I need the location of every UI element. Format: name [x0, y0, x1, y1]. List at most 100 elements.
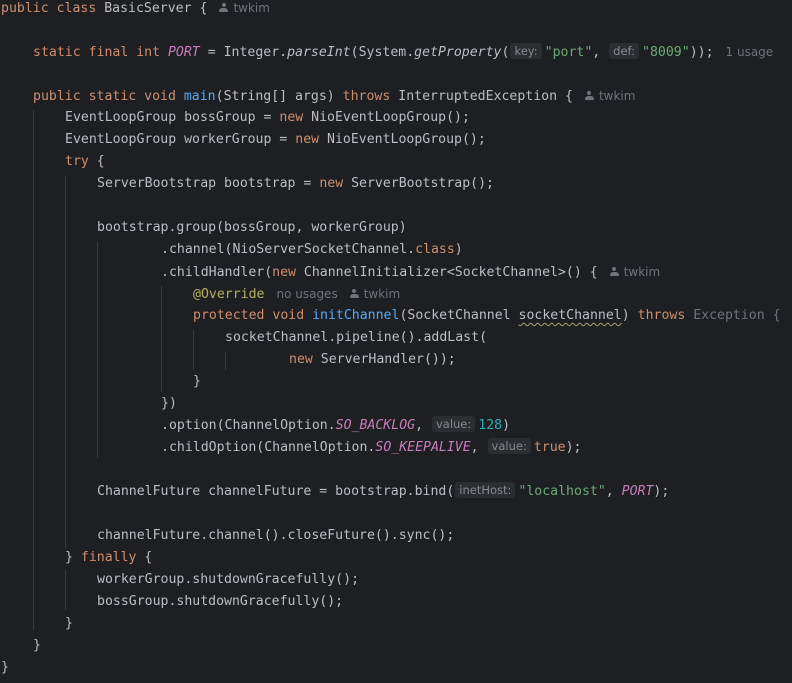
- keyword: new: [279, 110, 304, 125]
- string-literal: "8009": [642, 45, 690, 60]
- code-text: }: [33, 638, 41, 653]
- string-literal: "port": [544, 45, 593, 60]
- author-name: twkim: [363, 287, 401, 301]
- code-text: workerGroup.shutdownGracefully();: [97, 572, 360, 587]
- parameter-name: socketChannel: [518, 308, 622, 323]
- code-text: }: [193, 374, 201, 389]
- param-hint-key: key:: [510, 43, 542, 59]
- code-line[interactable]: } finally {: [65, 547, 152, 569]
- user-icon: [609, 267, 619, 277]
- code-line[interactable]: .childHandler(new ChannelInitializer<Soc…: [161, 261, 660, 283]
- number-literal: 128: [478, 418, 503, 433]
- code-text: EventLoopGroup workerGroup =: [65, 132, 296, 147]
- code-text: {: [136, 550, 153, 565]
- code-line[interactable]: EventLoopGroup bossGroup = new NioEventL…: [65, 107, 470, 129]
- author-hint[interactable]: twkim: [584, 85, 636, 107]
- code-line[interactable]: ServerBootstrap bootstrap = new ServerBo…: [97, 173, 494, 195]
- code-text: .childOption(ChannelOption.: [161, 440, 376, 455]
- code-text: bootstrap.group(bossGroup, workerGroup): [97, 220, 407, 235]
- code-text: (SocketChannel: [399, 308, 519, 323]
- code-text: channelFuture.channel().closeFuture().sy…: [97, 528, 455, 543]
- author-name: twkim: [598, 89, 636, 103]
- code-text: );: [653, 484, 670, 499]
- keyword: new: [272, 265, 296, 280]
- usages-hint[interactable]: no usages: [276, 283, 337, 305]
- indent-guide: [225, 352, 226, 370]
- code-text: (String[] args): [215, 89, 343, 104]
- code-line[interactable]: public class BasicServer {twkim: [1, 0, 270, 19]
- usages-hint[interactable]: 1 usage: [726, 41, 774, 63]
- code-text: .option(ChannelOption.: [161, 418, 336, 433]
- indent-guide: [161, 286, 162, 392]
- keyword: new: [319, 176, 344, 191]
- keyword: class: [415, 242, 455, 257]
- author-name: twkim: [233, 1, 270, 15]
- user-icon: [584, 91, 594, 101]
- code-line[interactable]: protected void initChannel(SocketChannel…: [193, 305, 781, 327]
- param-hint-value: value:: [431, 416, 476, 432]
- keyword: true: [533, 440, 566, 455]
- keyword: protected void: [193, 308, 313, 323]
- code-text: }: [65, 616, 73, 631]
- code-editor[interactable]: public class BasicServer {twkim static f…: [0, 0, 792, 683]
- code-text: ServerBootstrap bootstrap =: [97, 176, 320, 191]
- code-line[interactable]: new ServerHandler());: [289, 349, 456, 371]
- code-line[interactable]: @Override no usages twkim: [193, 283, 400, 305]
- code-line[interactable]: workerGroup.shutdownGracefully();: [97, 569, 359, 591]
- author-name: twkim: [623, 265, 661, 279]
- code-text: }): [161, 396, 177, 411]
- code-line[interactable]: }: [33, 635, 41, 657]
- code-line[interactable]: static final int PORT = Integer.parseInt…: [33, 41, 773, 63]
- code-text: ,: [592, 45, 609, 60]
- annotation: @Override: [193, 287, 265, 302]
- code-text: bossGroup.shutdownGracefully();: [97, 594, 344, 609]
- code-line[interactable]: EventLoopGroup workerGroup = new NioEven…: [65, 129, 486, 151]
- author-hint[interactable]: twkim: [219, 0, 270, 19]
- code-text: ));: [689, 45, 714, 60]
- method-call: getProperty: [414, 45, 502, 60]
- code-line[interactable]: ChannelFuture channelFuture = bootstrap.…: [97, 481, 669, 503]
- code-line[interactable]: channelFuture.channel().closeFuture().sy…: [97, 525, 454, 547]
- keyword: throws: [637, 308, 686, 323]
- code-line[interactable]: bossGroup.shutdownGracefully();: [97, 591, 343, 613]
- param-hint-inethost: inetHost:: [455, 482, 516, 498]
- code-line[interactable]: public static void main(String[] args) t…: [33, 85, 635, 107]
- constant-name: PORT: [621, 484, 654, 499]
- code-text: ChannelInitializer<SocketChannel>() {: [295, 265, 598, 280]
- code-text: EventLoopGroup bossGroup =: [65, 110, 280, 125]
- keyword: public static void: [33, 89, 184, 104]
- code-line[interactable]: .option(ChannelOption.SO_BACKLOG, value:…: [161, 415, 510, 437]
- indent-guide: [65, 570, 66, 610]
- code-line[interactable]: }): [161, 393, 177, 415]
- code-text: ): [454, 242, 463, 257]
- code-text: ,: [605, 484, 622, 499]
- code-text: ServerBootstrap();: [343, 176, 494, 191]
- code-line[interactable]: }: [193, 371, 201, 393]
- code-text: );: [565, 440, 582, 455]
- code-text: ServerHandler());: [312, 352, 456, 367]
- indent-guide: [193, 330, 194, 370]
- indent-guide: [33, 110, 34, 630]
- author-hint[interactable]: twkim: [349, 283, 401, 305]
- code-text: Exception {: [685, 308, 781, 323]
- method-call: parseInt: [287, 45, 351, 60]
- code-line[interactable]: try {: [65, 151, 105, 173]
- constant-name: PORT: [167, 45, 200, 60]
- code-text: NioEventLoopGroup();: [319, 132, 486, 147]
- code-text: InterruptedException {: [390, 89, 573, 104]
- code-text: socketChannel.pipeline().addLast(: [225, 330, 488, 345]
- author-hint[interactable]: twkim: [609, 261, 661, 283]
- code-line[interactable]: socketChannel.pipeline().addLast(: [225, 327, 487, 349]
- code-line[interactable]: }: [1, 657, 9, 679]
- method-declaration: initChannel: [312, 308, 400, 323]
- code-text: .channel(NioServerSocketChannel.: [161, 242, 416, 257]
- code-line[interactable]: }: [65, 613, 73, 635]
- indent-guide: [65, 176, 66, 548]
- code-text: ,: [415, 418, 431, 433]
- code-line[interactable]: .childOption(ChannelOption.SO_KEEPALIVE,…: [161, 437, 582, 459]
- code-line[interactable]: bootstrap.group(bossGroup, workerGroup): [97, 217, 407, 239]
- user-icon: [219, 3, 229, 13]
- string-literal: "localhost": [518, 484, 606, 499]
- code-line[interactable]: .channel(NioServerSocketChannel.class): [161, 239, 463, 261]
- code-text: = Integer.: [199, 45, 288, 60]
